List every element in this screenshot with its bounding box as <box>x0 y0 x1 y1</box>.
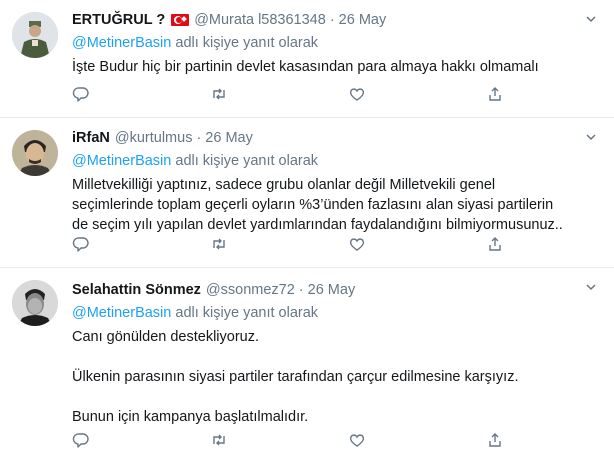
tweet-actions <box>72 430 512 450</box>
retweet-icon <box>213 238 225 250</box>
share-icon <box>489 237 501 251</box>
avatar[interactable] <box>12 12 58 58</box>
share-icon <box>489 433 501 447</box>
share-icon <box>489 87 501 101</box>
reply-button[interactable] <box>72 84 210 104</box>
tweet-text-line: Milletvekilliği yaptınız, sadece grubu o… <box>72 177 496 193</box>
like-button[interactable] <box>348 430 486 450</box>
heart-icon <box>349 238 365 251</box>
tweet-text: Canı gönülden destekliyoruz. Ülkenin par… <box>72 327 600 427</box>
tweet-text: İşte Budur hiç bir partinin devlet kasas… <box>72 57 600 77</box>
retweet-button[interactable] <box>210 234 348 254</box>
separator-dot: · <box>329 12 335 28</box>
timestamp[interactable]: 26 May <box>339 10 387 30</box>
chevron-down-icon[interactable] <box>584 12 598 26</box>
reply-icon <box>72 433 89 448</box>
share-button[interactable] <box>486 430 512 450</box>
reply-button[interactable] <box>72 234 210 254</box>
timestamp[interactable]: 26 May <box>308 280 356 300</box>
tweet[interactable]: Selahattin Sönmez @ssonmez72 · 26 May @M… <box>0 268 614 462</box>
display-name[interactable]: Selahattin Sönmez <box>72 280 201 300</box>
tweet-text: Milletvekilliği yaptınız, sadece grubu o… <box>72 175 600 235</box>
share-button[interactable] <box>486 84 512 104</box>
mention-link[interactable]: @MetinerBasin <box>72 153 171 169</box>
retweet-icon <box>213 88 225 100</box>
reply-icon <box>72 237 89 252</box>
retweet-button[interactable] <box>210 84 348 104</box>
display-name[interactable]: iRfaN <box>72 128 110 148</box>
reply-context-text: adlı kişiye yanıt olarak <box>175 305 319 321</box>
heart-icon <box>349 434 365 447</box>
tweet-actions <box>72 84 512 104</box>
avatar[interactable] <box>12 130 58 176</box>
reply-context: @MetinerBasin adlı kişiye yanıt olarak <box>72 151 600 171</box>
heart-icon <box>349 88 365 101</box>
tweet-text-line: seçimlerinde toplam geçerli oyların %3’ü… <box>72 197 554 213</box>
user-handle[interactable]: @kurtulmus <box>115 128 193 148</box>
reply-icon <box>72 87 89 102</box>
tweet-feed: ERTUĞRUL ? @Murata l58361348 · 26 May @M… <box>0 0 614 462</box>
mention-link[interactable]: @MetinerBasin <box>72 35 171 51</box>
chevron-down-icon[interactable] <box>584 280 598 294</box>
tweet-text-line: de seçim yılı yapılan devlet yardımların… <box>72 217 563 233</box>
tweet-paragraph: Canı gönülden destekliyoruz. <box>72 329 260 345</box>
reply-button[interactable] <box>72 430 210 450</box>
like-button[interactable] <box>348 234 486 254</box>
tweet[interactable]: iRfaN @kurtulmus · 26 May @MetinerBasin … <box>0 118 614 268</box>
share-button[interactable] <box>486 234 512 254</box>
tweet-header: Selahattin Sönmez @ssonmez72 · 26 May <box>72 280 600 300</box>
separator-dot: · <box>298 282 304 298</box>
tweet-text-line: İşte Budur hiç bir partinin devlet kasas… <box>72 59 539 75</box>
like-button[interactable] <box>348 84 486 104</box>
reply-context: @MetinerBasin adlı kişiye yanıt olarak <box>72 33 600 53</box>
user-handle[interactable]: @ssonmez72 <box>206 280 295 300</box>
avatar[interactable] <box>12 280 58 326</box>
reply-context-text: adlı kişiye yanıt olarak <box>175 153 319 169</box>
timestamp[interactable]: 26 May <box>205 128 253 148</box>
reply-context-text: adlı kişiye yanıt olarak <box>175 35 319 51</box>
user-handle[interactable]: @Murata l58361348 <box>194 10 326 30</box>
tweet-header: iRfaN @kurtulmus · 26 May <box>72 128 600 148</box>
retweet-button[interactable] <box>210 430 348 450</box>
separator-dot: · <box>196 130 202 146</box>
tweet-paragraph: Ülkenin parasının siyasi partiler tarafı… <box>72 369 519 385</box>
mention-link[interactable]: @MetinerBasin <box>72 305 171 321</box>
display-name[interactable]: ERTUĞRUL ? <box>72 10 165 30</box>
reply-context: @MetinerBasin adlı kişiye yanıt olarak <box>72 303 600 323</box>
chevron-down-icon[interactable] <box>584 130 598 144</box>
tweet-header: ERTUĞRUL ? @Murata l58361348 · 26 May <box>72 10 600 30</box>
retweet-icon <box>213 434 225 446</box>
tweet-paragraph: Bunun için kampanya başlatılmalıdır. <box>72 409 309 425</box>
tweet[interactable]: ERTUĞRUL ? @Murata l58361348 · 26 May @M… <box>0 0 614 118</box>
turkey-flag-icon <box>171 14 190 26</box>
tweet-actions <box>72 234 512 254</box>
